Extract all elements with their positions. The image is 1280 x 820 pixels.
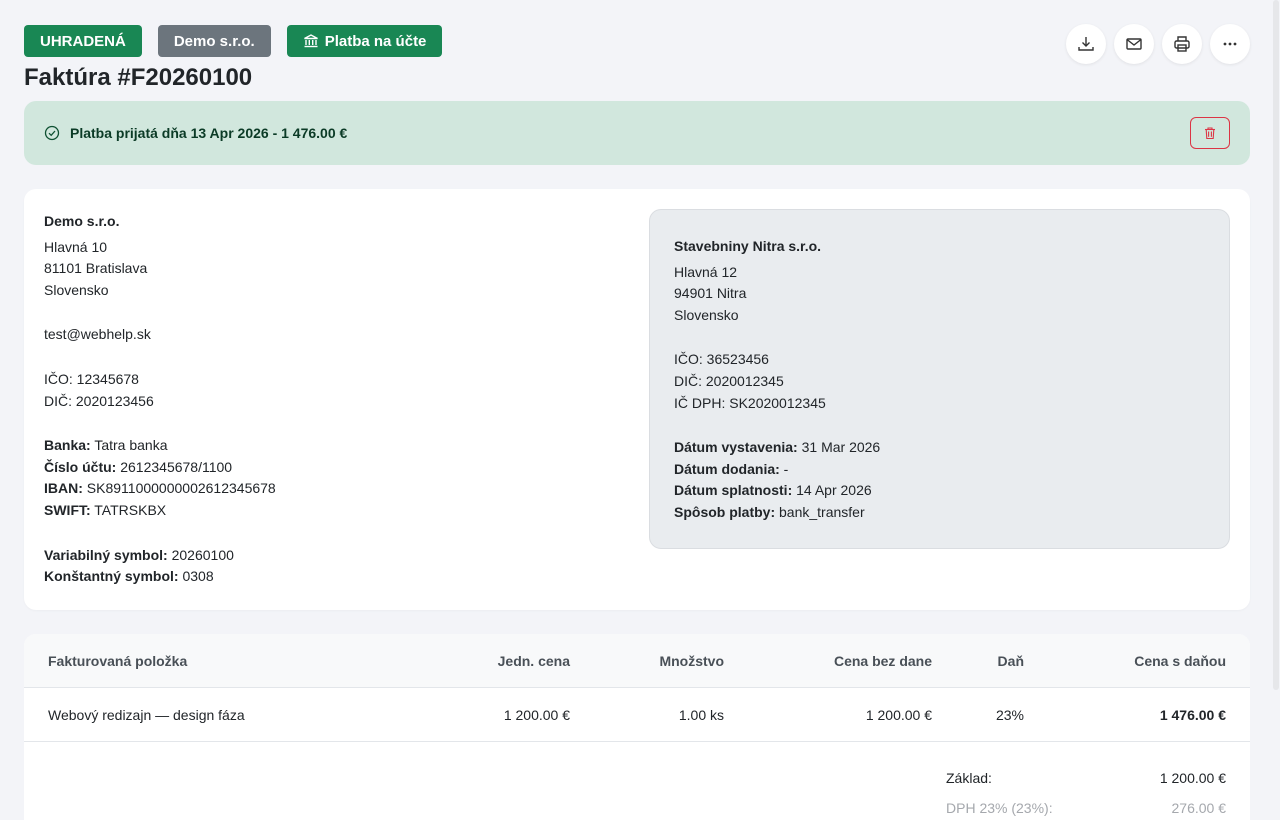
variable-symbol: Variabilný symbol: 20260100	[44, 545, 276, 567]
table-row: Webový redizajn — design fáza 1 200.00 €…	[24, 688, 1250, 742]
col-quantity: Množstvo	[659, 653, 724, 669]
supplier-dic: DIČ: 2020123456	[44, 392, 154, 409]
account-value: 2612345678/1100	[120, 458, 233, 475]
swift-label: SWIFT:	[44, 501, 91, 518]
due-value: 14 Apr 2026	[796, 482, 872, 499]
payment-method-badge: Platba na účte	[286, 25, 443, 57]
col-tax: Daň	[997, 653, 1024, 669]
summary-vat-label: DPH 23% (23%):	[946, 800, 1053, 816]
customer-city: 94901 Nitra	[674, 285, 747, 302]
cell-tax: 23%	[995, 707, 1024, 723]
cell-quantity: 1.00 ks	[678, 707, 724, 723]
invoice-parties-card: Demo s.r.o. Hlavná 10 81101 Bratislava S…	[24, 189, 1250, 610]
customer-details: Stavebniny Nitra s.r.o. Hlavná 12 94901 …	[674, 236, 880, 524]
delivery-value: -	[783, 460, 789, 477]
supplier-ico: IČO: 12345678	[44, 370, 139, 387]
more-button[interactable]	[1210, 24, 1250, 64]
summary-base-label: Základ:	[946, 770, 992, 786]
iban-value: SK8911000000002612345678	[86, 480, 276, 497]
customer-name: Stavebniny Nitra s.r.o.	[674, 238, 822, 254]
customer-dic: DIČ: 2020012345	[674, 372, 784, 389]
col-price-without-tax: Cena bez dane	[833, 653, 932, 669]
cell-unit-price: 1 200.00 €	[503, 707, 570, 723]
col-item: Fakturovaná položka	[48, 653, 188, 669]
download-button[interactable]	[1066, 24, 1106, 64]
iban-label: IBAN:	[44, 480, 83, 497]
bank-label: Banka:	[44, 437, 91, 454]
swift-value: TATRSKBX	[94, 501, 167, 518]
col-unit-price: Jedn. cena	[497, 653, 570, 669]
payment-alert-text: Platba prijatá dňa 13 Apr 2026 - 1 476.0…	[70, 125, 348, 141]
cell-price-without-tax: 1 200.00 €	[865, 707, 932, 723]
invoice-actions	[1066, 24, 1250, 64]
supplier-street: Hlavná 10	[44, 238, 108, 255]
customer-street: Hlavná 12	[674, 263, 738, 280]
supplier-city: 81101 Bratislava	[44, 260, 148, 277]
ks-value: 0308	[182, 568, 214, 585]
supplier-email: test@webhelp.sk	[44, 326, 151, 343]
printer-icon	[1174, 36, 1190, 52]
payment-badge-label: Platba na účte	[324, 32, 427, 50]
status-badge-label: UHRADENÁ	[40, 32, 126, 50]
payment-method: Spôsob platby: bank_transfer	[674, 502, 880, 524]
col-price-with-tax: Cena s daňou	[1134, 653, 1226, 669]
envelope-icon	[1126, 38, 1142, 50]
account-label: Číslo účtu:	[44, 458, 117, 475]
cell-item: Webový redizajn — design fáza	[48, 707, 245, 723]
items-table: Fakturovaná položka Jedn. cena Množstvo …	[24, 634, 1250, 820]
due-date: Dátum splatnosti: 14 Apr 2026	[674, 480, 880, 502]
supplier-account: Číslo účtu: 2612345678/1100	[44, 457, 276, 479]
print-button[interactable]	[1162, 24, 1202, 64]
status-badge: UHRADENÁ	[24, 25, 142, 57]
page-title: Faktúra #F20260100	[24, 64, 253, 91]
customer-box: Stavebniny Nitra s.r.o. Hlavná 12 94901 …	[649, 209, 1230, 549]
scrollbar-track[interactable]	[1272, 0, 1280, 820]
payment-alert: Platba prijatá dňa 13 Apr 2026 - 1 476.0…	[24, 101, 1250, 165]
supplier-country: Slovensko	[44, 281, 109, 298]
summary-base-value: 1 200.00 €	[1159, 770, 1226, 786]
download-icon	[1078, 37, 1094, 51]
scrollbar-thumb[interactable]	[1273, 0, 1279, 690]
delivery-label: Dátum dodania:	[674, 460, 780, 477]
email-button[interactable]	[1114, 24, 1154, 64]
bank-value: Tatra banka	[94, 437, 168, 454]
bank-icon	[303, 34, 318, 48]
delivery-date: Dátum dodania: -	[674, 459, 880, 481]
supplier-swift: SWIFT: TATRSKBX	[44, 500, 276, 522]
header-badges: UHRADENÁ Demo s.r.o. Platba na účte	[24, 25, 443, 57]
check-circle-icon	[44, 125, 60, 141]
trash-icon	[1205, 127, 1215, 140]
company-badge: Demo s.r.o.	[157, 25, 271, 57]
cell-price-with-tax: 1 476.00 €	[1159, 707, 1226, 723]
supplier-bank: Banka: Tatra banka	[44, 435, 276, 457]
summary-vat-value: 276.00 €	[1171, 800, 1227, 816]
issue-label: Dátum vystavenia:	[674, 439, 798, 456]
company-badge-label: Demo s.r.o.	[173, 32, 255, 50]
delete-payment-button[interactable]	[1190, 117, 1230, 149]
supplier-iban: IBAN: SK8911000000002612345678	[44, 478, 276, 500]
vs-value: 20260100	[171, 546, 234, 563]
supplier-name: Demo s.r.o.	[44, 213, 120, 229]
constant-symbol: Konštantný symbol: 0308	[44, 566, 276, 588]
customer-country: Slovensko	[674, 306, 739, 323]
method-label: Spôsob platby:	[674, 503, 776, 520]
issue-date: Dátum vystavenia: 31 Mar 2026	[674, 437, 880, 459]
due-label: Dátum splatnosti:	[674, 482, 793, 499]
more-dots-icon	[1223, 42, 1237, 46]
vs-label: Variabilný symbol:	[44, 546, 168, 563]
customer-ico: IČO: 36523456	[674, 351, 769, 368]
supplier-details: Demo s.r.o. Hlavná 10 81101 Bratislava S…	[44, 211, 276, 588]
ks-label: Konštantný symbol:	[44, 568, 179, 585]
customer-icdph: IČ DPH: SK2020012345	[674, 394, 826, 411]
issue-value: 31 Mar 2026	[801, 439, 881, 456]
method-value: bank_transfer	[779, 503, 865, 520]
table-header: Fakturovaná položka Jedn. cena Množstvo …	[24, 634, 1250, 688]
